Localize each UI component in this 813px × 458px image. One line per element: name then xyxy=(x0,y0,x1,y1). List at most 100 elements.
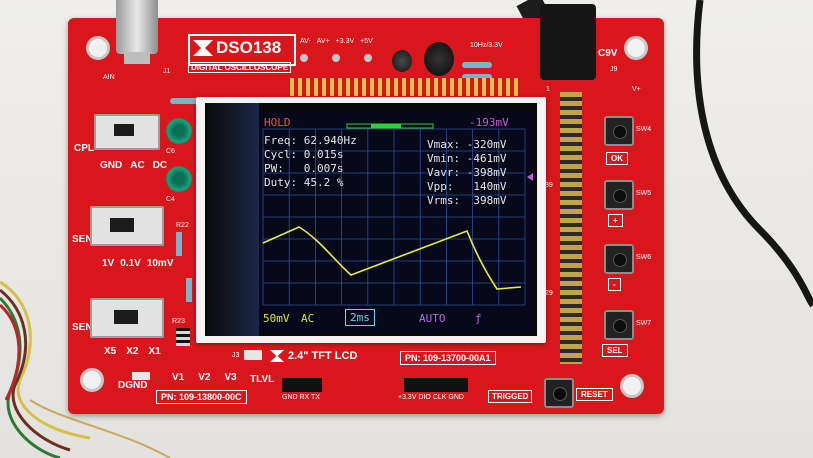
ok-label: OK xyxy=(606,152,628,165)
sel-button[interactable] xyxy=(604,310,634,340)
pw-key: PW: xyxy=(264,162,284,175)
duty-readout: Duty: 45.2 % xyxy=(264,176,344,189)
mounting-hole xyxy=(86,36,110,60)
coupling-switch[interactable] xyxy=(94,114,160,150)
plus-button[interactable] xyxy=(604,180,634,210)
rail-label: +5V xyxy=(360,38,373,45)
vmax-value: -320mV xyxy=(466,138,507,151)
rail-label: AV+ xyxy=(316,38,330,45)
sen2-options: X5 X2 X1 xyxy=(104,346,161,357)
ain-label: AIN xyxy=(103,74,115,81)
resistor xyxy=(462,62,492,68)
sen1-option-1v: 1V xyxy=(102,258,115,269)
r23-ref: R23 xyxy=(172,318,185,325)
reset-label: RESET xyxy=(576,388,613,401)
ok-button[interactable] xyxy=(604,116,634,146)
sen1-option-01v: 0.1V xyxy=(120,258,141,269)
freq-readout: Freq: 62.940Hz xyxy=(264,134,357,147)
test-points: V1 V2 V3 xyxy=(172,372,237,383)
cycle-key: Cycl: xyxy=(264,148,298,161)
vmin-readout: Vmin: -461mV xyxy=(427,152,507,165)
button-cap xyxy=(553,387,567,401)
reset-button[interactable] xyxy=(544,378,574,408)
vplus-label: V+ xyxy=(632,86,641,93)
c6-ref: C6 xyxy=(166,148,175,155)
j6-pins: +3.3V DIO CLK GND xyxy=(398,394,464,401)
sen1-option-10mv: 10mV xyxy=(146,258,174,269)
capacitor xyxy=(392,50,412,72)
c4-ref: C4 xyxy=(166,196,175,203)
vavr-key: Vavr: xyxy=(427,166,461,179)
trigger-level-marker xyxy=(527,173,533,181)
waveform-trace xyxy=(262,226,522,290)
vpp-key: Vpp: xyxy=(427,180,454,193)
part-number-main: PN: 109-13800-00C xyxy=(156,390,247,404)
bnc-input-connector[interactable] xyxy=(116,0,158,54)
rail-label: +3.3V xyxy=(335,38,355,45)
sen2-option-x5: X5 xyxy=(104,346,117,357)
header-j6 xyxy=(404,378,468,392)
cpl-label: CPL xyxy=(74,143,94,154)
dgnd-pads xyxy=(132,372,150,380)
vpp-readout: Vpp: 140mV xyxy=(427,180,507,193)
model-name: DSO138 xyxy=(216,38,282,57)
mounting-hole xyxy=(80,368,104,392)
switch-knob[interactable] xyxy=(114,310,138,324)
vmax-readout: Vmax: -320mV xyxy=(427,138,507,151)
trigger-level-readout: -193mV xyxy=(469,116,509,129)
sw7-ref: SW7 xyxy=(636,320,652,327)
freq-key: Freq: xyxy=(264,134,298,147)
trimmer-capacitor[interactable] xyxy=(166,166,192,192)
freq-value: 62.940Hz xyxy=(303,134,357,147)
vavr-readout: Vavr: -398mV xyxy=(427,166,507,179)
switch-knob[interactable] xyxy=(114,124,134,136)
vpp-value: 140mV xyxy=(473,180,507,193)
timebase-window xyxy=(371,124,401,128)
sen2-option-x1: X1 xyxy=(148,346,161,357)
cpl-option-ac: AC xyxy=(130,160,145,171)
pad-row xyxy=(290,78,520,96)
logo-glyph-icon xyxy=(193,40,213,56)
sw4-ref: SW4 xyxy=(636,126,652,133)
subtitle: DIGITAL OSCILLOSCOPE xyxy=(188,62,292,73)
volts-div: 50mV xyxy=(263,312,290,325)
resistor xyxy=(186,278,192,302)
duty-value: 45.2 % xyxy=(303,176,344,189)
pin-29: 29 xyxy=(545,290,553,297)
vrms-value: 398mV xyxy=(473,194,507,207)
switch-knob[interactable] xyxy=(110,218,134,232)
sw5-ref: SW5 xyxy=(636,190,652,197)
status-hold: HOLD xyxy=(264,116,291,129)
vrms-readout: Vrms: 398mV xyxy=(427,194,507,207)
power-jack[interactable] xyxy=(540,4,596,80)
vavr-value: -398mV xyxy=(466,166,507,179)
vrms-key: Vrms: xyxy=(427,194,461,207)
scope-display: HOLD -193mV Freq: 62.940Hz Cycl: 0.015s … xyxy=(259,111,534,332)
cycle-readout: Cycl: 0.015s xyxy=(264,148,344,161)
cpl-option-gnd: GND xyxy=(100,160,123,171)
mounting-hole xyxy=(620,374,644,398)
plus-label: + xyxy=(608,214,623,227)
part-number-lcd: PN: 109-13700-00A1 xyxy=(400,351,496,365)
sen2-option-x2: X2 xyxy=(126,346,139,357)
sel-label: SEL xyxy=(602,344,628,357)
bnc-base xyxy=(124,52,150,64)
time-div: 2ms xyxy=(345,309,375,326)
minus-button[interactable] xyxy=(604,244,634,274)
sensitivity-switch-1[interactable] xyxy=(90,206,164,246)
duty-key: Duty: xyxy=(264,176,298,189)
coupling-readout: AC xyxy=(301,312,315,325)
j3-ref: J3 xyxy=(232,352,240,359)
pw-value: 0.007s xyxy=(303,162,344,175)
test-signal-note: 10Hz/3.3V xyxy=(470,42,503,49)
trimmer-capacitor[interactable] xyxy=(166,118,192,144)
power-label: C9V xyxy=(598,48,618,59)
trigged-label: TRIGGED xyxy=(488,390,533,403)
trigger-edge-icon: ƒ xyxy=(475,312,482,325)
rail-label: AV- xyxy=(300,38,311,45)
sensitivity-switch-2[interactable] xyxy=(90,298,164,338)
j1-ref: J1 xyxy=(163,68,171,75)
tp-v3: V3 xyxy=(224,372,237,383)
resistor xyxy=(176,232,182,256)
cpl-option-dc: DC xyxy=(152,160,168,171)
